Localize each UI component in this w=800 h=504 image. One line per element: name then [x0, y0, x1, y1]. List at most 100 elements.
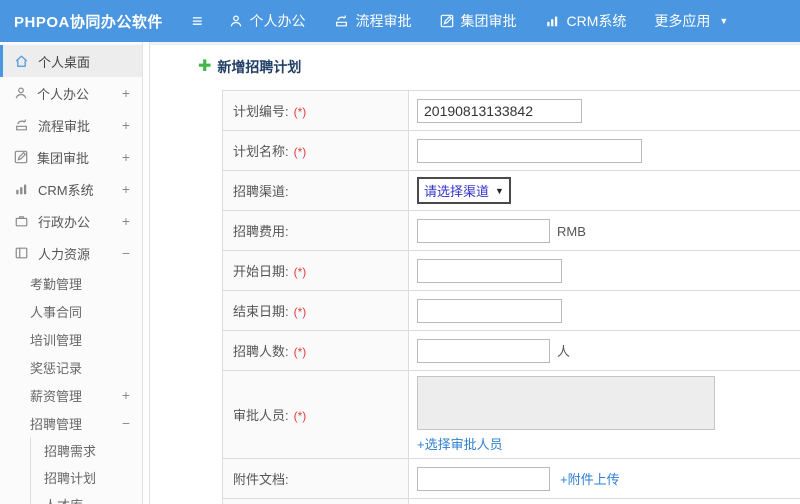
fee-input[interactable] [417, 218, 550, 243]
sidebar: 个人桌面 个人办公 + 流程审批 + 集团审批 + CRM系统 + 行政办公 + [0, 42, 142, 504]
home-icon [15, 55, 28, 67]
field-label: 结束日期: [233, 304, 289, 319]
plus-icon: ✚ [198, 58, 212, 75]
workflow-icon [335, 15, 347, 27]
edit-square-icon [14, 150, 28, 164]
sidebar-item-label: 人才库 [44, 495, 83, 504]
sidebar-item-label: 人事合同 [30, 304, 83, 320]
table-row: 招聘人数: (*) 人 [222, 330, 800, 371]
briefcase-icon [15, 216, 28, 227]
field-label: 审批人员: [233, 408, 289, 423]
book-icon [15, 247, 28, 259]
sidebar-scrollbar-track[interactable] [142, 42, 150, 504]
sidebar-item-hr-contract[interactable]: 人事合同 [0, 297, 142, 325]
sidebar-item-label: 集团审批 [37, 150, 90, 166]
required-mark: (*) [293, 305, 307, 319]
plan-number-input[interactable] [417, 98, 582, 123]
caret-down-icon: ▼ [719, 16, 729, 26]
headcount-input[interactable] [417, 338, 550, 363]
edit-square-icon [440, 14, 453, 28]
expand-icon[interactable]: + [122, 117, 130, 133]
expand-icon[interactable]: + [122, 387, 130, 403]
nav-label: 更多应用 [654, 13, 711, 29]
table-row: 招聘费用: RMB [222, 210, 800, 251]
headcount-unit: 人 [557, 343, 571, 359]
sidebar-item-crm-system[interactable]: CRM系统 + [0, 173, 142, 205]
sidebar-item-personal-desktop[interactable]: 个人桌面 [0, 45, 142, 77]
bar-chart-icon [16, 184, 27, 195]
sidebar-item-label: 行政办公 [38, 214, 91, 230]
channel-select[interactable]: 请选择渠道 ▼ [417, 177, 511, 204]
channel-select-value: 请选择渠道 [424, 184, 490, 199]
page-title-text: 新增招聘计划 [217, 59, 302, 75]
expand-icon[interactable]: − [122, 415, 130, 431]
nav-label: CRM系统 [566, 13, 627, 29]
sidebar-item-salary[interactable]: 薪资管理 + [0, 381, 142, 409]
main-content: ✚ 新增招聘计划 计划编号: (*) 计划名称: (*) 招聘渠道: 请选择渠道 ▼ [150, 42, 800, 504]
table-row: HTML ↶ ↷ B I U A ABC X2 X2 [222, 498, 800, 504]
sidebar-item-label: 个人桌面 [38, 54, 91, 70]
sidebar-item-human-resources[interactable]: 人力资源 − [0, 237, 142, 269]
sidebar-item-label: 招聘计划 [44, 471, 97, 486]
field-label: 招聘人数: [233, 344, 289, 359]
sidebar-item-label: 培训管理 [30, 332, 83, 348]
sidebar-item-admin-office[interactable]: 行政办公 + [0, 205, 142, 237]
sidebar-item-talent-pool[interactable]: 人才库 [31, 491, 142, 504]
required-mark: (*) [293, 105, 307, 119]
workflow-icon [16, 119, 27, 131]
sidebar-item-recruit-demand[interactable]: 招聘需求 [31, 437, 142, 464]
plan-name-input[interactable] [417, 138, 642, 163]
sidebar-item-label: 招聘需求 [44, 444, 97, 459]
recruit-plan-form: 计划编号: (*) 计划名称: (*) 招聘渠道: 请选择渠道 ▼ 招聘费用: RM… [222, 90, 800, 504]
expand-icon[interactable]: + [122, 181, 130, 197]
field-label: 附件文档: [233, 472, 289, 487]
sidebar-item-label: 流程审批 [38, 118, 91, 134]
approver-textarea[interactable] [417, 376, 715, 430]
nav-label: 集团审批 [460, 13, 517, 29]
nav-label: 流程审批 [355, 13, 412, 29]
app-brand: PHPOA协同办公软件 [14, 13, 163, 31]
table-row: 招聘渠道: 请选择渠道 ▼ [222, 170, 800, 211]
sidebar-item-rewards[interactable]: 奖惩记录 [0, 353, 142, 381]
person-icon [230, 15, 241, 27]
expand-icon[interactable]: + [122, 213, 130, 229]
sidebar-item-label: 个人办公 [37, 86, 90, 102]
sidebar-item-label: 考勤管理 [30, 276, 83, 292]
attachment-input[interactable] [417, 466, 550, 491]
table-row: 计划名称: (*) [222, 130, 800, 171]
empty-label-cell [222, 498, 409, 504]
sidebar-item-group-approval[interactable]: 集团审批 + [0, 141, 142, 173]
sidebar-item-personal-office[interactable]: 个人办公 + [0, 77, 142, 109]
sidebar-item-workflow-approval[interactable]: 流程审批 + [0, 109, 142, 141]
upload-attachment-link[interactable]: +附件上传 [560, 472, 620, 487]
table-row: 审批人员: (*) +选择审批人员 [222, 370, 800, 459]
nav-personal-office[interactable]: 个人办公 [229, 11, 306, 31]
sidebar-item-recruitment[interactable]: 招聘管理 − [0, 409, 142, 437]
expand-icon[interactable]: + [122, 85, 130, 101]
expand-icon[interactable]: + [122, 149, 130, 165]
sidebar-item-recruit-plan[interactable]: 招聘计划 [31, 464, 142, 491]
field-label: 招聘费用: [233, 224, 289, 239]
end-date-input[interactable] [417, 298, 562, 323]
top-header: PHPOA协同办公软件 ≡ 个人办公 流程审批 集团审批 CRM系统 更多应用 … [0, 0, 800, 42]
start-date-input[interactable] [417, 258, 562, 283]
page-title: ✚ 新增招聘计划 [198, 57, 800, 77]
table-row: 结束日期: (*) [222, 290, 800, 331]
hamburger-menu-icon[interactable]: ≡ [192, 12, 203, 30]
app-layout: 个人桌面 个人办公 + 流程审批 + 集团审批 + CRM系统 + 行政办公 + [0, 42, 800, 504]
nav-more-apps[interactable]: 更多应用 ▼ [654, 11, 728, 31]
sidebar-item-training[interactable]: 培训管理 [0, 325, 142, 353]
expand-icon[interactable]: − [122, 245, 130, 261]
field-label: 计划编号: [233, 104, 289, 119]
sidebar-item-label: 薪资管理 [30, 388, 83, 404]
sidebar-item-attendance[interactable]: 考勤管理 [0, 269, 142, 297]
nav-group-approval[interactable]: 集团审批 [440, 11, 517, 31]
fee-unit: RMB [557, 223, 586, 239]
field-label: 招聘渠道: [233, 184, 289, 199]
sidebar-item-label: 奖惩记录 [30, 360, 83, 376]
nav-crm-system[interactable]: CRM系统 [545, 11, 627, 31]
choose-approver-link[interactable]: +选择审批人员 [417, 434, 503, 453]
nav-workflow-approval[interactable]: 流程审批 [334, 11, 412, 31]
sidebar-item-label: CRM系统 [38, 182, 94, 198]
sidebar-item-label: 人力资源 [38, 246, 91, 262]
